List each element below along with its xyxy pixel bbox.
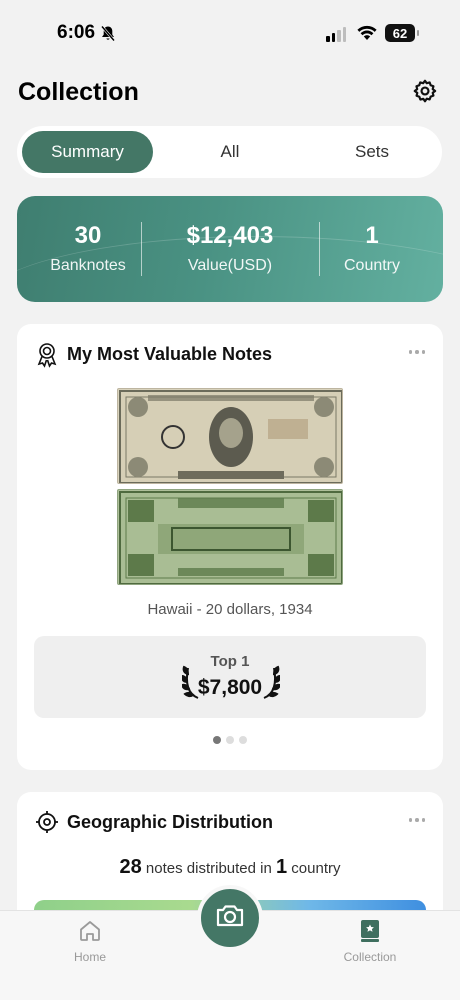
stat-divider bbox=[141, 222, 142, 276]
status-bar: 6:06 62 bbox=[0, 0, 460, 60]
carousel-dot[interactable] bbox=[213, 736, 221, 744]
nav-home-label: Home bbox=[73, 950, 106, 964]
banknote-back-image[interactable] bbox=[117, 489, 343, 585]
segmented-tabs: Summary All Sets bbox=[17, 126, 442, 178]
stat-country: 1 Country bbox=[301, 196, 443, 302]
carousel-dot[interactable] bbox=[226, 736, 234, 744]
card-title: My Most Valuable Notes bbox=[67, 344, 273, 364]
location-target-icon bbox=[35, 810, 59, 839]
stat-value: $12,403 bbox=[186, 222, 274, 249]
settings-button[interactable] bbox=[410, 78, 440, 108]
top-rank-label: Top 1 bbox=[210, 653, 250, 670]
stat-value: 1 bbox=[365, 222, 379, 249]
stat-value-usd: $12,403 Value(USD) bbox=[159, 196, 301, 302]
stat-label: Value(USD) bbox=[187, 257, 273, 274]
geo-text-end: country bbox=[291, 860, 341, 877]
tab-summary[interactable]: Summary bbox=[22, 131, 153, 173]
geo-text-mid: notes distributed in bbox=[145, 860, 272, 877]
cellular-signal-icon bbox=[326, 26, 346, 42]
banknote-caption: Hawaii - 20 dollars, 1934 bbox=[147, 601, 313, 618]
battery-level: 62 bbox=[392, 25, 408, 41]
camera-scan-button[interactable] bbox=[197, 885, 263, 951]
tab-sets[interactable]: Sets bbox=[307, 131, 437, 173]
banknote-front-image[interactable] bbox=[117, 388, 343, 484]
most-valuable-card: My Most Valuable Notes Hawaii - 20 dolla… bbox=[17, 324, 443, 770]
gear-icon bbox=[412, 78, 438, 109]
card-title: Geographic Distribution bbox=[67, 812, 274, 832]
top-value-amount: $7,800 bbox=[197, 676, 263, 699]
more-options-button[interactable] bbox=[408, 818, 425, 822]
stat-label: Banknotes bbox=[50, 257, 126, 274]
wifi-icon bbox=[356, 24, 378, 46]
battery-icon: 62 bbox=[385, 24, 419, 42]
more-options-button[interactable] bbox=[408, 350, 425, 354]
camera-icon bbox=[215, 903, 245, 934]
status-time: 6:06 bbox=[57, 22, 96, 43]
nav-home[interactable]: Home bbox=[60, 919, 120, 964]
carousel-dots[interactable] bbox=[17, 736, 443, 744]
geo-country-count: 1 bbox=[276, 856, 288, 878]
top-value-box: Top 1 $7,800 bbox=[34, 636, 426, 718]
home-icon bbox=[78, 921, 102, 947]
stat-label: Country bbox=[343, 257, 401, 274]
nav-collection-label: Collection bbox=[343, 950, 397, 964]
bell-muted-icon bbox=[100, 25, 116, 47]
collection-book-icon bbox=[359, 920, 381, 947]
stat-banknotes: 30 Banknotes bbox=[17, 196, 159, 302]
geo-summary: 28 notes distributed in 1 country bbox=[17, 856, 443, 879]
geo-notes-count: 28 bbox=[119, 856, 142, 878]
carousel-dot[interactable] bbox=[239, 736, 247, 744]
stats-card: 30 Banknotes $12,403 Value(USD) 1 Countr… bbox=[17, 196, 443, 302]
page-title: Collection bbox=[18, 78, 139, 106]
stat-value: 30 bbox=[74, 222, 102, 249]
award-icon bbox=[35, 342, 59, 373]
tab-all[interactable]: All bbox=[165, 131, 295, 173]
nav-collection[interactable]: Collection bbox=[334, 919, 406, 964]
